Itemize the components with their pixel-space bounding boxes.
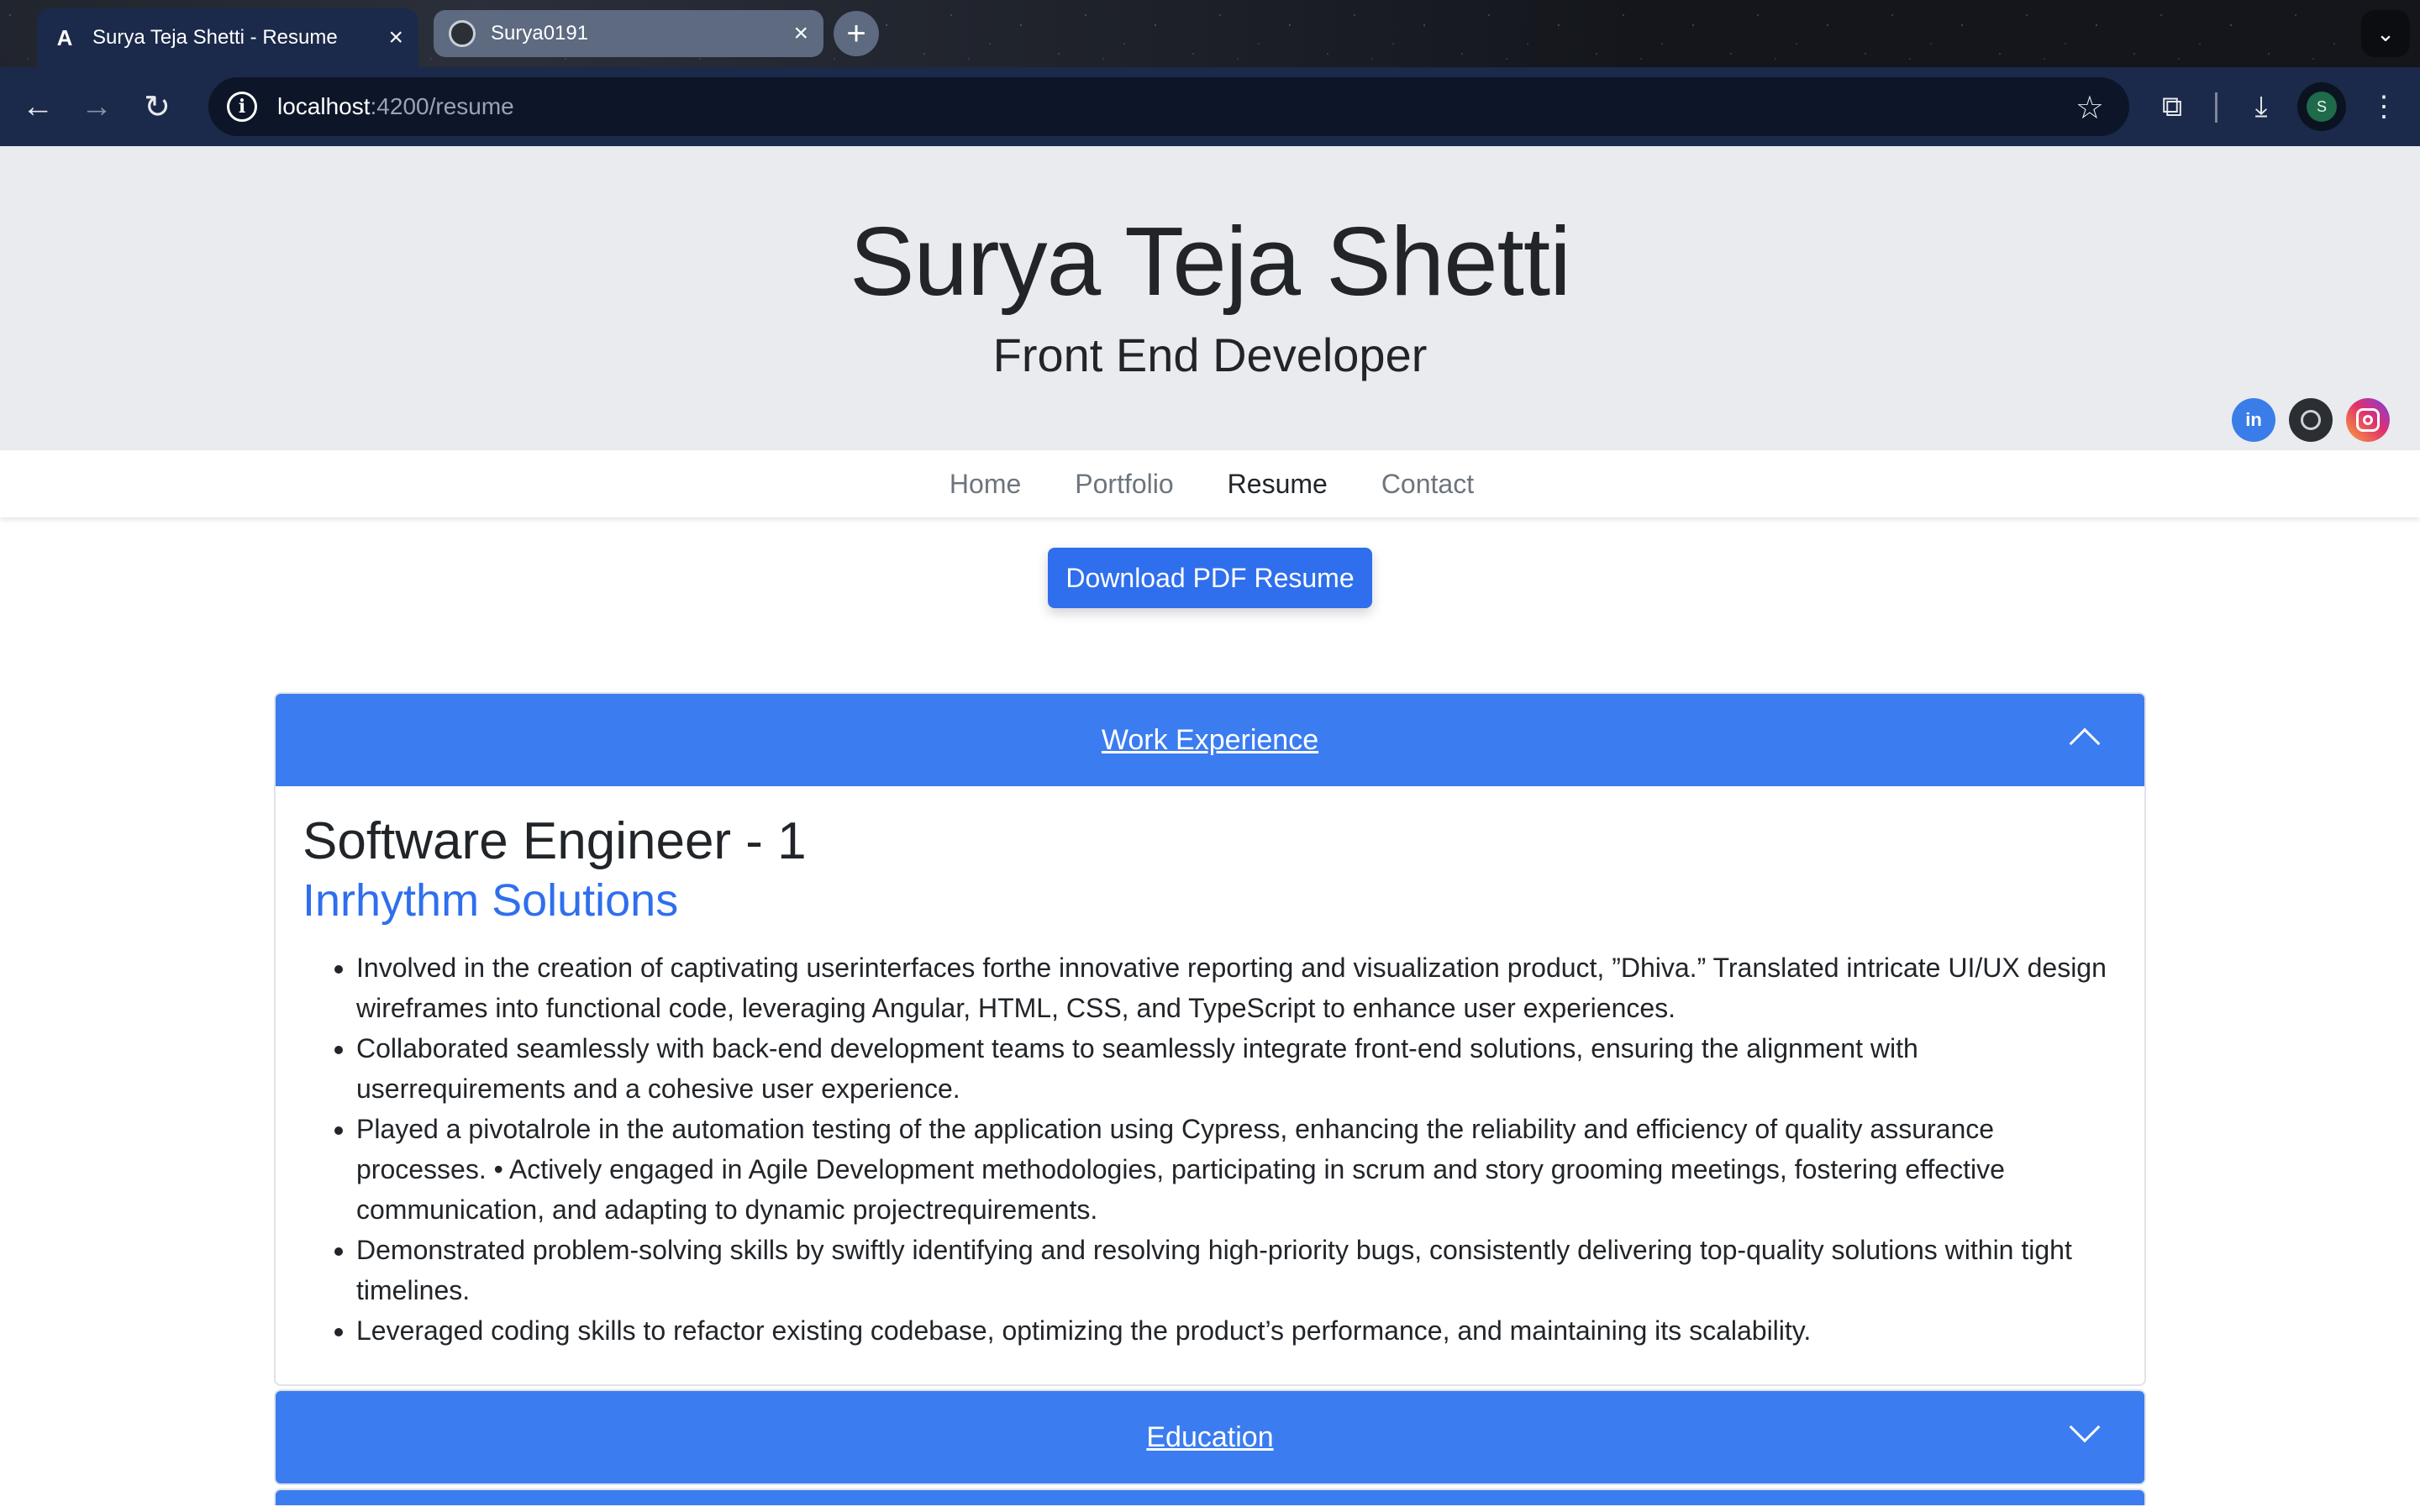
toolbar-divider [2215, 92, 2217, 123]
url-path: :4200/resume [370, 93, 514, 119]
site-nav: Home Portfolio Resume Contact [0, 450, 2420, 517]
instagram-icon[interactable] [2346, 398, 2390, 442]
chevron-down-icon [2069, 1411, 2101, 1443]
bookmark-star-icon[interactable]: ☆ [2075, 89, 2104, 127]
accordion-next-section [274, 1488, 2146, 1505]
nav-portfolio[interactable]: Portfolio [1075, 469, 1173, 500]
page-subtitle: Front End Developer [992, 328, 1428, 381]
accordion-header-work-experience[interactable]: Work Experience [276, 694, 2144, 786]
list-item: Collaborated seamlessly with back-end de… [356, 1028, 2118, 1109]
reload-icon: ↻ [144, 89, 171, 125]
close-tab-icon[interactable]: × [388, 25, 403, 50]
accordion-header-label: Education [1146, 1420, 1274, 1453]
download-icon[interactable]: ⤓ [2240, 86, 2282, 128]
new-tab-button[interactable]: + [834, 11, 879, 56]
accordion-work-experience: Work Experience Software Engineer - 1 In… [274, 692, 2146, 1386]
nav-resume[interactable]: Resume [1228, 469, 1328, 500]
tab-title: Surya0191 [491, 22, 589, 45]
extensions-icon[interactable]: ⧉ [2151, 86, 2193, 128]
menu-icon[interactable]: ⋮ [2363, 86, 2405, 128]
close-tab-icon[interactable]: × [793, 21, 808, 46]
job-title: Software Engineer - 1 [302, 812, 807, 870]
back-button[interactable]: ← [17, 86, 59, 128]
accordion-header-next[interactable] [276, 1490, 2144, 1505]
page-header: Surya Teja Shetti Front End Developer in [0, 146, 2420, 450]
browser-tab-strip: A Surya Teja Shetti - Resume × Surya0191… [0, 0, 2420, 67]
chevron-up-icon [2069, 727, 2101, 759]
url-text: localhost:4200/resume [277, 93, 514, 120]
info-icon[interactable]: i [227, 92, 257, 122]
github-icon [449, 20, 476, 47]
reload-button[interactable]: ↻ [136, 86, 178, 128]
address-bar[interactable]: i localhost:4200/resume ☆ [208, 77, 2129, 136]
back-icon: ← [22, 88, 54, 124]
accordion-education: Education [274, 1389, 2146, 1485]
profile-initial: S [2307, 92, 2337, 122]
resume-accordion: Work Experience Software Engineer - 1 In… [274, 692, 2146, 1505]
download-pdf-button[interactable]: Download PDF Resume [1048, 548, 1372, 608]
tab-search-button[interactable]: ⌄ [2361, 10, 2410, 57]
chevron-down-icon: ⌄ [2376, 20, 2395, 46]
browser-toolbar: ← → ↻ i localhost:4200/resume ☆ ⧉ ⤓ S ⋮ [0, 67, 2420, 146]
list-item: Involved in the creation of captivating … [356, 948, 2118, 1028]
forward-icon: → [81, 88, 113, 124]
nav-home[interactable]: Home [950, 469, 1021, 500]
list-item: Demonstrated problem-solving skills by s… [356, 1230, 2118, 1310]
github-icon[interactable] [2289, 398, 2333, 442]
list-item: Leveraged coding skills to refactor exis… [356, 1310, 2118, 1351]
linkedin-icon[interactable]: in [2232, 398, 2275, 442]
instagram-glyph [2356, 408, 2380, 432]
profile-avatar[interactable]: S [2297, 82, 2346, 131]
tab-title: Surya Teja Shetti - Resume [92, 26, 338, 49]
company-name: Inrhythm Solutions [302, 875, 679, 926]
tab-github[interactable]: Surya0191 × [434, 10, 823, 57]
responsibilities-list: Involved in the creation of captivating … [302, 948, 2118, 1351]
github-glyph [2301, 410, 2321, 430]
linkedin-label: in [2245, 409, 2262, 430]
accordion-header-label: Work Experience [1101, 723, 1319, 756]
accordion-body-work-experience: Software Engineer - 1 Inrhythm Solutions… [276, 786, 2144, 1384]
forward-button[interactable]: → [76, 86, 118, 128]
list-item: Played a pivotalrole in the automation t… [356, 1109, 2118, 1230]
nav-contact[interactable]: Contact [1381, 469, 1474, 500]
url-host: localhost [277, 93, 371, 119]
tab-resume[interactable]: A Surya Teja Shetti - Resume × [37, 8, 418, 67]
page-title: Surya Teja Shetti [850, 207, 1571, 316]
accordion-header-education[interactable]: Education [276, 1391, 2144, 1483]
angular-icon: A [56, 24, 73, 50]
